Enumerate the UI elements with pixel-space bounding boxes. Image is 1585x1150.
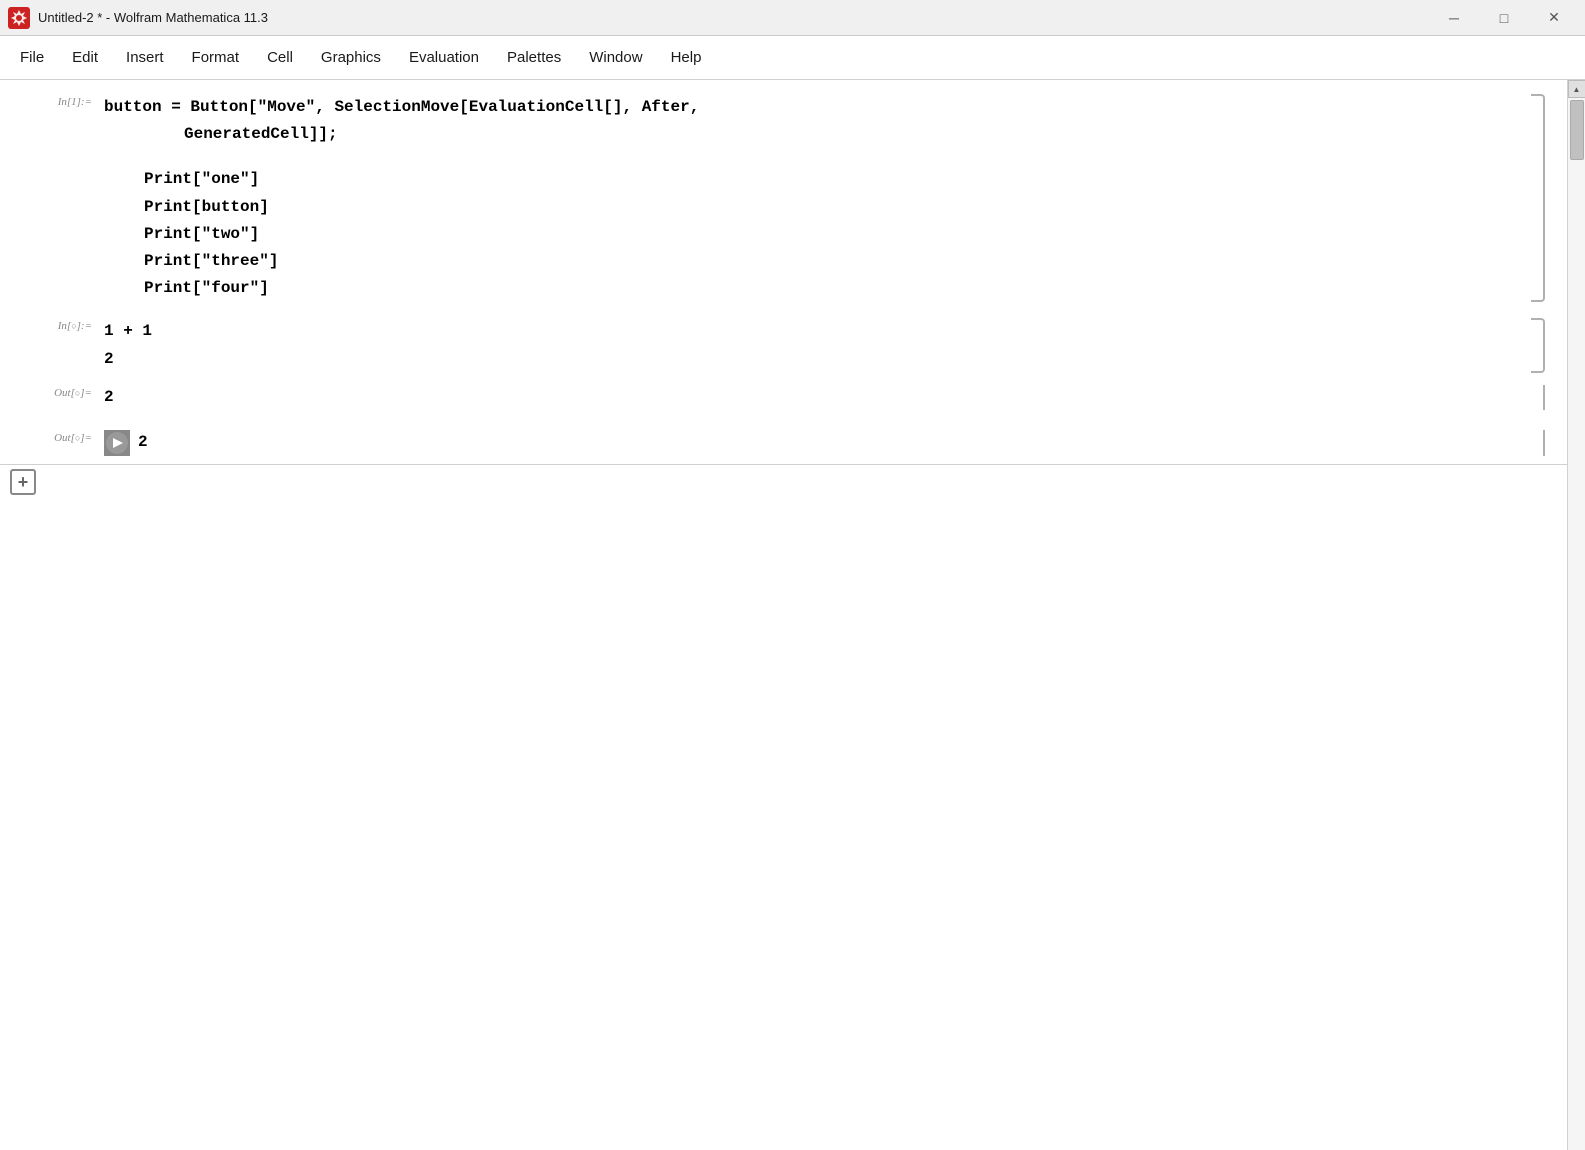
title-bar-controls: ─ □ ✕: [1431, 2, 1577, 34]
add-cell-button[interactable]: +: [10, 469, 36, 495]
notebook-content[interactable]: In[1]:= button = Button["Move", Selectio…: [0, 80, 1567, 1150]
cell-input-2[interactable]: In[○]:= 1 + 1 2: [0, 314, 1545, 376]
cell-output-2-value: 2: [138, 430, 148, 456]
add-cell-area: +: [0, 464, 1567, 499]
cell-2-line-1: 1 + 1: [104, 318, 1535, 345]
menu-edit[interactable]: Edit: [60, 43, 110, 72]
menu-format[interactable]: Format: [180, 43, 252, 72]
window-title: Untitled-2 * - Wolfram Mathematica 11.3: [38, 10, 268, 25]
cell-2-line-2: 2: [104, 346, 1535, 373]
cell-output-1-value: 2: [104, 388, 114, 406]
cell-output-1-bracket: [1535, 385, 1545, 411]
cell-1-print1: Print["one"]: [104, 166, 1535, 193]
scrollbar-track[interactable]: ▲: [1567, 80, 1585, 1150]
menu-evaluation[interactable]: Evaluation: [397, 43, 491, 72]
cell-output-2-content: 2: [100, 426, 1545, 460]
cell-1-print3: Print["two"]: [104, 221, 1535, 248]
cell-1-line-2: GeneratedCell]];: [104, 121, 1535, 148]
menu-file[interactable]: File: [8, 43, 56, 72]
output-arrow-icon: [104, 430, 130, 456]
cell-1-line-1: button = Button["Move", SelectionMove[Ev…: [104, 94, 1535, 121]
menu-palettes[interactable]: Palettes: [495, 43, 573, 72]
cell-output-2-bracket: [1535, 430, 1545, 456]
cell-2-bracket: [1531, 318, 1545, 372]
minimize-button[interactable]: ─: [1431, 2, 1477, 34]
cell-output-1-content: 2: [100, 381, 1545, 415]
cell-2-label: In[○]:=: [0, 314, 100, 376]
cell-1-bracket: [1531, 94, 1545, 302]
cell-input-1[interactable]: In[1]:= button = Button["Move", Selectio…: [0, 90, 1545, 306]
arrow-circle-svg: [105, 431, 129, 455]
cell-1-label: In[1]:=: [0, 90, 100, 306]
cell-output-2-label: Out[○]=: [0, 426, 100, 460]
title-bar: Untitled-2 * - Wolfram Mathematica 11.3 …: [0, 0, 1585, 36]
cell-1-print4: Print["three"]: [104, 248, 1535, 275]
menu-window[interactable]: Window: [577, 43, 654, 72]
menu-bar: File Edit Insert Format Cell Graphics Ev…: [0, 36, 1585, 80]
scrollbar-thumb[interactable]: [1570, 100, 1584, 160]
cell-output-1-label: Out[○]=: [0, 381, 100, 415]
cell-output-1: Out[○]= 2: [0, 381, 1545, 415]
title-bar-left: Untitled-2 * - Wolfram Mathematica 11.3: [8, 7, 268, 29]
cell-1-print2: Print[button]: [104, 194, 1535, 221]
main-area: In[1]:= button = Button["Move", Selectio…: [0, 80, 1585, 1150]
menu-help[interactable]: Help: [659, 43, 714, 72]
menu-graphics[interactable]: Graphics: [309, 43, 393, 72]
scrollbar-up-button[interactable]: ▲: [1568, 80, 1585, 98]
wolfram-icon: [8, 7, 30, 29]
restore-button[interactable]: □: [1481, 2, 1527, 34]
menu-cell[interactable]: Cell: [255, 43, 305, 72]
cell-output-2: Out[○]= 2: [0, 426, 1545, 460]
cell-1-content[interactable]: button = Button["Move", SelectionMove[Ev…: [100, 90, 1545, 306]
cell-1-print5: Print["four"]: [104, 275, 1535, 302]
cells-area: In[1]:= button = Button["Move", Selectio…: [0, 80, 1567, 509]
close-button[interactable]: ✕: [1531, 2, 1577, 34]
cell-2-content[interactable]: 1 + 1 2: [100, 314, 1545, 376]
menu-insert[interactable]: Insert: [114, 43, 176, 72]
